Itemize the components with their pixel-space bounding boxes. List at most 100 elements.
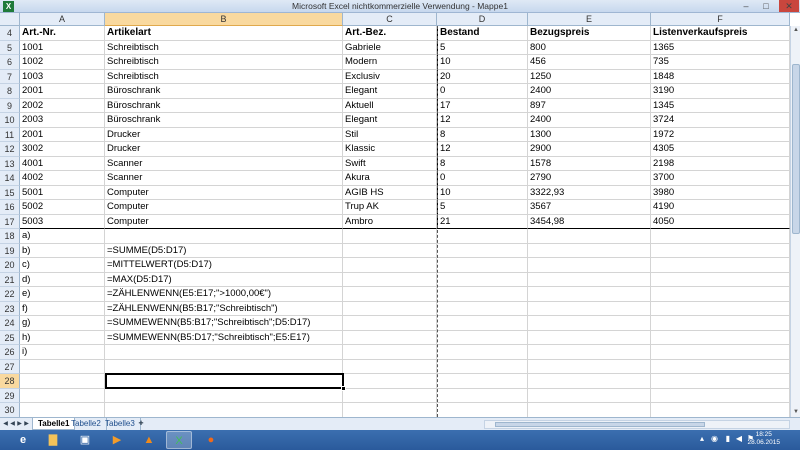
cell-b16[interactable]: Computer bbox=[105, 200, 343, 215]
tray-volume-icon[interactable]: ◀ bbox=[736, 434, 742, 443]
cell-b24[interactable]: =SUMMEWENN(B5:B17;"Schreibtisch";D5:D17) bbox=[105, 316, 343, 331]
cell-f20[interactable] bbox=[651, 258, 790, 273]
cell-d10[interactable]: 12 bbox=[437, 113, 528, 128]
cell-d7[interactable]: 20 bbox=[437, 69, 528, 84]
tray-arrow-icon[interactable]: ▴ bbox=[700, 434, 704, 443]
row-header[interactable]: 10 bbox=[0, 113, 20, 128]
last-sheet-icon[interactable]: ▶ bbox=[23, 419, 30, 429]
cell-d13[interactable]: 8 bbox=[437, 156, 528, 171]
cell-d15[interactable]: 10 bbox=[437, 185, 528, 200]
cell-c21[interactable] bbox=[343, 272, 437, 287]
tray-network-icon[interactable]: ▮ bbox=[726, 434, 730, 443]
cell-b15[interactable]: Computer bbox=[105, 185, 343, 200]
cell-a30[interactable] bbox=[20, 403, 105, 417]
cell-d22[interactable] bbox=[437, 287, 528, 302]
scroll-up-arrow-icon[interactable]: ▲ bbox=[791, 26, 800, 35]
cell-f7[interactable]: 1848 bbox=[651, 69, 790, 84]
cell-b8[interactable]: Büroschrank bbox=[105, 84, 343, 99]
cell-c22[interactable] bbox=[343, 287, 437, 302]
cell-d18[interactable] bbox=[437, 229, 528, 244]
cell-f5[interactable]: 1365 bbox=[651, 40, 790, 55]
cell-a13[interactable]: 4001 bbox=[20, 156, 105, 171]
cell-d17[interactable]: 21 bbox=[437, 214, 528, 229]
cell-a18[interactable]: a) bbox=[20, 229, 105, 244]
cell-c26[interactable] bbox=[343, 345, 437, 360]
cell-b11[interactable]: Drucker bbox=[105, 127, 343, 142]
cell-c12[interactable]: Klassic bbox=[343, 142, 437, 157]
column-header-c[interactable]: C bbox=[343, 13, 437, 26]
cell-a7[interactable]: 1003 bbox=[20, 69, 105, 84]
first-sheet-icon[interactable]: ◀ bbox=[2, 419, 9, 429]
cell-a6[interactable]: 1002 bbox=[20, 55, 105, 70]
cell-c8[interactable]: Elegant bbox=[343, 84, 437, 99]
cell-c6[interactable]: Modern bbox=[343, 55, 437, 70]
maximize-button[interactable]: □ bbox=[756, 0, 776, 12]
cell-d28[interactable] bbox=[437, 374, 528, 389]
row-header[interactable]: 21 bbox=[0, 272, 20, 287]
cell-e29[interactable] bbox=[528, 388, 651, 403]
cell-b4[interactable]: Artikelart bbox=[105, 26, 343, 41]
cell-f19[interactable] bbox=[651, 243, 790, 258]
cell-e30[interactable] bbox=[528, 403, 651, 417]
cell-c29[interactable] bbox=[343, 388, 437, 403]
cell-a26[interactable]: i) bbox=[20, 345, 105, 360]
cell-f28[interactable] bbox=[651, 374, 790, 389]
fill-handle[interactable] bbox=[341, 386, 346, 391]
cell-e4[interactable]: Bezugspreis bbox=[528, 26, 651, 41]
file-explorer-icon[interactable]: ▇ bbox=[40, 431, 66, 449]
cell-b10[interactable]: Büroschrank bbox=[105, 113, 343, 128]
cell-a8[interactable]: 2001 bbox=[20, 84, 105, 99]
cell-d5[interactable]: 5 bbox=[437, 40, 528, 55]
cell-d20[interactable] bbox=[437, 258, 528, 273]
cell-d19[interactable] bbox=[437, 243, 528, 258]
cell-e11[interactable]: 1300 bbox=[528, 127, 651, 142]
column-header-e[interactable]: E bbox=[528, 13, 651, 26]
cell-a10[interactable]: 2003 bbox=[20, 113, 105, 128]
row-header[interactable]: 27 bbox=[0, 359, 20, 374]
cell-a27[interactable] bbox=[20, 359, 105, 374]
cell-e15[interactable]: 3322,93 bbox=[528, 185, 651, 200]
row-header[interactable]: 13 bbox=[0, 156, 20, 171]
row-header[interactable]: 22 bbox=[0, 287, 20, 302]
cell-d30[interactable] bbox=[437, 403, 528, 417]
row-header[interactable]: 14 bbox=[0, 171, 20, 186]
cell-d14[interactable]: 0 bbox=[437, 171, 528, 186]
cell-b7[interactable]: Schreibtisch bbox=[105, 69, 343, 84]
column-header-a[interactable]: A bbox=[20, 13, 105, 26]
cell-a16[interactable]: 5002 bbox=[20, 200, 105, 215]
cell-e26[interactable] bbox=[528, 345, 651, 360]
cell-e6[interactable]: 456 bbox=[528, 55, 651, 70]
firefox-icon[interactable]: ● bbox=[198, 431, 224, 449]
cell-d11[interactable]: 8 bbox=[437, 127, 528, 142]
cell-f26[interactable] bbox=[651, 345, 790, 360]
cell-d16[interactable]: 5 bbox=[437, 200, 528, 215]
cell-c15[interactable]: AGIB HS bbox=[343, 185, 437, 200]
cell-b27[interactable] bbox=[105, 359, 343, 374]
horizontal-scroll-thumb[interactable] bbox=[495, 422, 705, 427]
cell-c17[interactable]: Ambro bbox=[343, 214, 437, 229]
media-player-icon[interactable]: ▶ bbox=[104, 431, 130, 449]
cell-f24[interactable] bbox=[651, 316, 790, 331]
cell-f21[interactable] bbox=[651, 272, 790, 287]
cell-e17[interactable]: 3454,98 bbox=[528, 214, 651, 229]
cell-d12[interactable]: 12 bbox=[437, 142, 528, 157]
cell-d21[interactable] bbox=[437, 272, 528, 287]
row-header[interactable]: 18 bbox=[0, 229, 20, 244]
cell-a22[interactable]: e) bbox=[20, 287, 105, 302]
cell-b18[interactable] bbox=[105, 229, 343, 244]
cell-c23[interactable] bbox=[343, 301, 437, 316]
active-cell-b28[interactable] bbox=[105, 373, 346, 391]
row-header[interactable]: 16 bbox=[0, 200, 20, 215]
row-header[interactable]: 26 bbox=[0, 345, 20, 360]
close-button[interactable]: ✕ bbox=[779, 0, 799, 12]
row-header[interactable]: 23 bbox=[0, 301, 20, 316]
cell-d26[interactable] bbox=[437, 345, 528, 360]
cell-f6[interactable]: 735 bbox=[651, 55, 790, 70]
row-header[interactable]: 8 bbox=[0, 84, 20, 99]
cell-a23[interactable]: f) bbox=[20, 301, 105, 316]
cell-c5[interactable]: Gabriele bbox=[343, 40, 437, 55]
row-header[interactable]: 7 bbox=[0, 69, 20, 84]
cell-e7[interactable]: 1250 bbox=[528, 69, 651, 84]
cell-b21[interactable]: =MAX(D5:D17) bbox=[105, 272, 343, 287]
cell-e18[interactable] bbox=[528, 229, 651, 244]
